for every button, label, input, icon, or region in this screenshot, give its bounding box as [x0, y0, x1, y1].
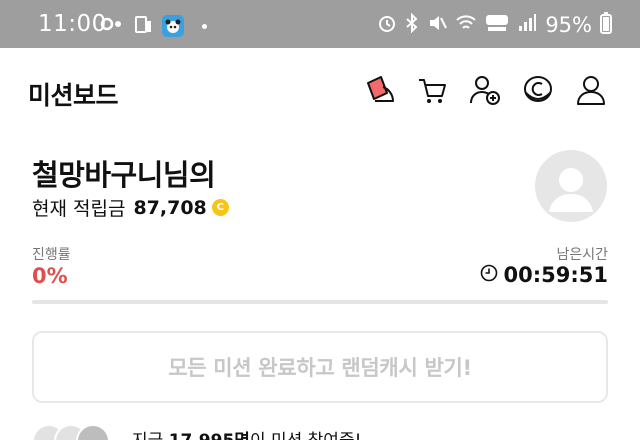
participants-suffix: 이 미션 참여중! [250, 431, 361, 440]
record-icon [100, 16, 126, 36]
alarm-icon [377, 13, 397, 37]
page-title: 미션보드 [28, 81, 119, 110]
mute-icon [427, 13, 448, 37]
remaining-time-row: 00:59:51 [480, 263, 608, 287]
complete-all-missions-button[interactable]: 모든 미션 완료하고 랜덤캐시 받기! [32, 331, 608, 403]
participants-text: 지금 17,995명이 미션 참여중! [132, 426, 361, 440]
progress-value: 0% [32, 264, 68, 288]
battery-icon [600, 12, 612, 38]
progress-label: 진행률 [32, 247, 71, 263]
participants-prefix: 지금 [132, 431, 163, 440]
signal-icon [517, 13, 537, 37]
profile-icon[interactable] [573, 72, 609, 108]
avatar[interactable] [535, 150, 607, 222]
points-row: 현재 적립금 87,708 C [32, 194, 229, 221]
notification-icons [100, 14, 207, 38]
panda-app-icon [162, 15, 184, 37]
bluetooth-icon [405, 12, 419, 37]
user-name: 철망바구니님의 [32, 158, 216, 192]
points-value: 87,708 [133, 196, 207, 219]
wifi-icon [455, 14, 477, 36]
progress-bar [32, 300, 608, 304]
default-avatar-icon [549, 168, 593, 212]
add-friend-icon[interactable] [467, 72, 503, 108]
device-icon [134, 14, 154, 38]
more-notifications-dot-icon [202, 23, 207, 29]
remaining-time-value: 00:59:51 [503, 263, 608, 287]
system-icons: 95% [377, 12, 612, 38]
coin-icon: C [211, 199, 229, 216]
clock-icon [480, 264, 498, 286]
app-header: 미션보드 [0, 48, 640, 136]
status-time: 11:00 [38, 11, 107, 37]
status-bar: 11:00 95% [0, 0, 640, 48]
mission-card-icon[interactable] [362, 72, 398, 108]
points-label: 현재 적립금 [32, 198, 126, 220]
cart-icon[interactable] [414, 72, 450, 108]
remaining-time-label: 남은시간 [556, 247, 608, 263]
coin-c-icon[interactable] [520, 72, 556, 108]
hd-voice-icon [485, 13, 509, 37]
battery-percent: 95% [545, 13, 592, 37]
participants-count: 17,995명 [169, 431, 250, 440]
